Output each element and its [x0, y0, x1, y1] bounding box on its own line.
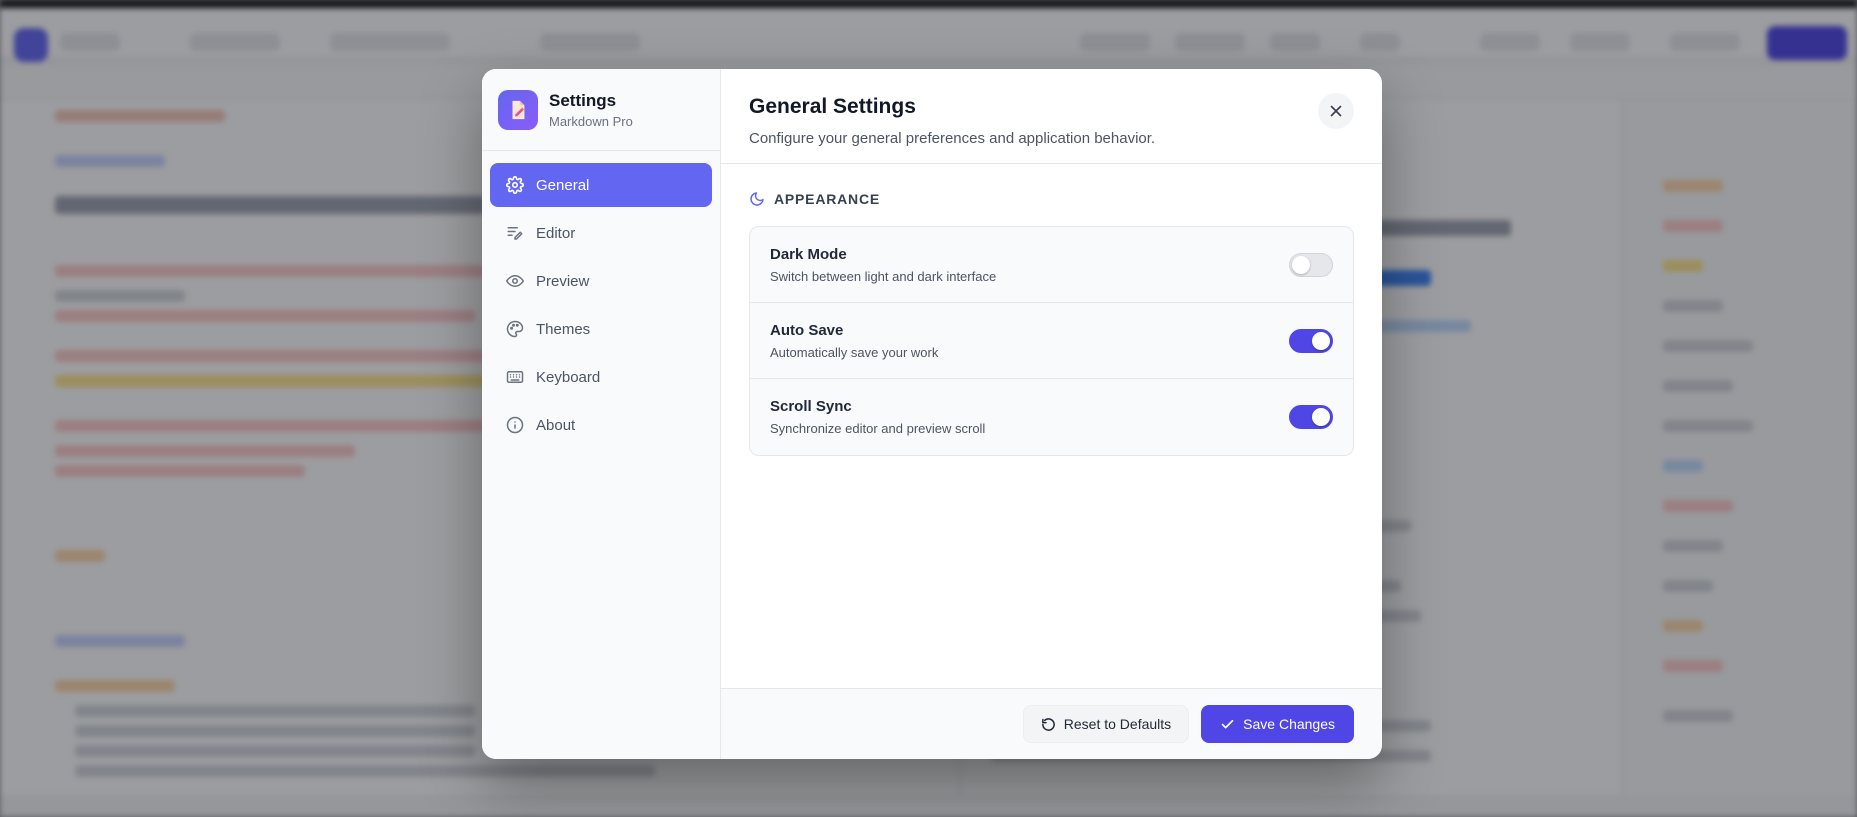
palette-icon	[506, 320, 524, 338]
settings-nav: General Editor Preview Themes Keyboard A…	[482, 151, 720, 459]
page-title: General Settings	[749, 95, 916, 118]
check-icon	[1220, 717, 1235, 732]
nav-label: Themes	[536, 320, 591, 338]
document-edit-icon	[498, 89, 538, 130]
nav-item-editor[interactable]: Editor	[490, 211, 712, 255]
rotate-ccw-icon	[1041, 717, 1056, 732]
sidebar-title: Settings	[549, 90, 617, 110]
nav-label: Keyboard	[536, 368, 601, 386]
section-header-appearance: APPEARANCE	[749, 188, 1354, 210]
setting-name: Dark Mode	[770, 245, 847, 263]
settings-modal: Settings Markdown Pro General Editor Pre…	[482, 69, 1382, 759]
nav-item-themes[interactable]: Themes	[490, 307, 712, 351]
sidebar-subtitle: Markdown Pro	[549, 113, 633, 129]
nav-label: Editor	[536, 224, 576, 242]
settings-sidebar: Settings Markdown Pro General Editor Pre…	[482, 69, 721, 759]
nav-item-keyboard[interactable]: Keyboard	[490, 355, 712, 399]
moon-icon	[749, 191, 765, 207]
reset-label: Reset to Defaults	[1063, 716, 1172, 732]
close-icon	[1327, 102, 1345, 120]
nav-item-general[interactable]: General	[490, 163, 712, 207]
save-changes-button[interactable]: Save Changes	[1201, 705, 1354, 743]
sidebar-header: Settings Markdown Pro	[482, 69, 720, 151]
nav-item-preview[interactable]: Preview	[490, 259, 712, 303]
auto-save-toggle[interactable]	[1289, 328, 1333, 353]
nav-label: General	[536, 176, 590, 194]
modal-footer: Reset to Defaults Save Changes	[721, 688, 1382, 759]
nav-label: About	[536, 416, 576, 434]
keyboard-icon	[506, 368, 524, 386]
setting-row-dark-mode: Dark Mode Switch between light and dark …	[750, 227, 1353, 303]
setting-description: Switch between light and dark interface	[770, 268, 997, 284]
pen-lines-icon	[506, 224, 524, 242]
info-icon	[506, 416, 524, 434]
save-label: Save Changes	[1243, 716, 1335, 732]
scroll-sync-toggle[interactable]	[1289, 405, 1333, 429]
toggle-knob	[1312, 331, 1330, 350]
content-header: General Settings Configure your general …	[721, 69, 1382, 164]
setting-row-scroll-sync: Scroll Sync Synchronize editor and previ…	[750, 379, 1353, 455]
section-label: APPEARANCE	[774, 191, 881, 207]
content-body: APPEARANCE Dark Mode Switch between ligh…	[721, 164, 1382, 688]
toggle-knob	[1312, 408, 1330, 426]
settings-card: Dark Mode Switch between light and dark …	[749, 226, 1354, 456]
setting-description: Synchronize editor and preview scroll	[770, 421, 986, 436]
toggle-knob	[1292, 255, 1310, 274]
page-description: Configure your general preferences and a…	[749, 130, 1156, 147]
close-button[interactable]	[1318, 93, 1354, 129]
dark-mode-toggle[interactable]	[1289, 252, 1333, 277]
setting-name: Scroll Sync	[770, 398, 852, 415]
reset-defaults-button[interactable]: Reset to Defaults	[1022, 705, 1190, 743]
nav-item-about[interactable]: About	[490, 403, 712, 447]
nav-label: Preview	[536, 272, 590, 290]
setting-name: Auto Save	[770, 321, 844, 339]
settings-content: General Settings Configure your general …	[721, 69, 1382, 759]
eye-icon	[506, 272, 524, 290]
gear-icon	[506, 176, 524, 194]
setting-description: Automatically save your work	[770, 344, 939, 360]
setting-row-auto-save: Auto Save Automatically save your work	[750, 303, 1353, 379]
